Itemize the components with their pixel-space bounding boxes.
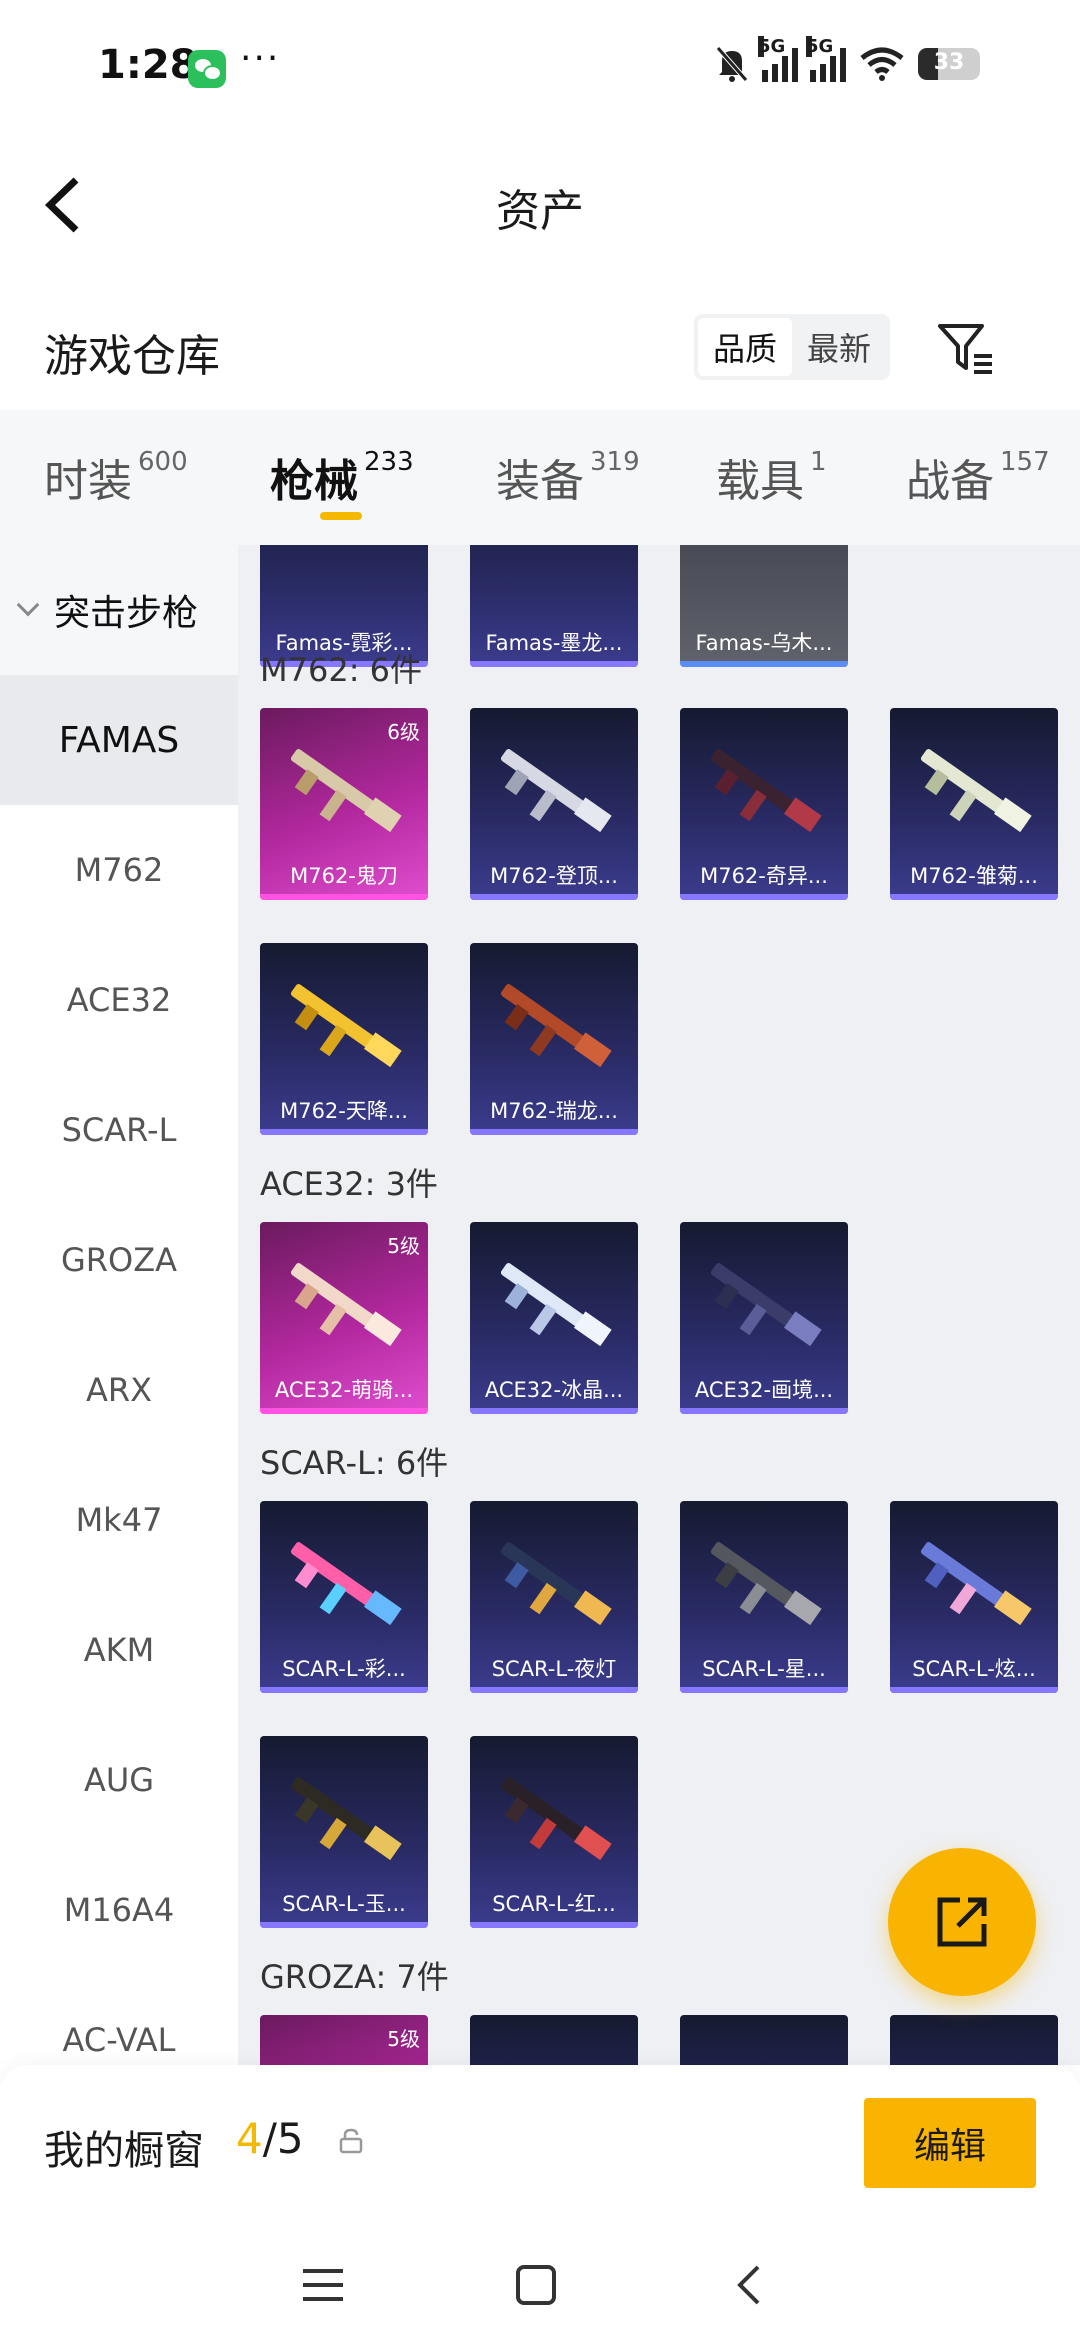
rifle-image <box>500 1542 612 1626</box>
sort-newest-button[interactable]: 最新 <box>792 318 886 376</box>
warehouse-title: 游戏仓库 <box>44 331 220 382</box>
edit-button[interactable]: 编辑 <box>864 2098 1036 2188</box>
skin-card[interactable]: M762-奇异... <box>680 708 848 900</box>
share-button[interactable] <box>888 1848 1036 1996</box>
sidebar-item-famas[interactable]: FAMAS <box>0 675 238 805</box>
rifle-image <box>710 1263 822 1347</box>
tab-supplies[interactable]: 战备 157 <box>906 445 1050 509</box>
sort-quality-button[interactable]: 品质 <box>698 318 792 376</box>
sidebar-item-mk47[interactable]: Mk47 <box>0 1455 238 1585</box>
more-notifications: ··· <box>240 38 281 79</box>
skin-card[interactable] <box>680 2015 848 2065</box>
rifle-image <box>500 984 612 1068</box>
tab-vehicles[interactable]: 载具 1 <box>716 445 827 509</box>
sidebar-item-ace32[interactable]: ACE32 <box>0 935 238 1065</box>
signal-2-icon: 5G <box>806 36 846 82</box>
active-tab-indicator <box>320 512 362 520</box>
mute-bell-icon <box>716 46 748 82</box>
skin-card[interactable]: SCAR-L-玉... <box>260 1736 428 1928</box>
section-title-groza: GROZA: 7件 <box>260 1958 449 1996</box>
skin-card[interactable]: SCAR-L-红... <box>470 1736 638 1928</box>
rifle-image <box>290 1777 402 1861</box>
rifle-image <box>290 984 402 1068</box>
signal-1-icon: 5G <box>758 36 798 82</box>
skin-card[interactable]: SCAR-L-彩... <box>260 1501 428 1693</box>
rifle-image <box>710 1542 822 1626</box>
sidebar-item-arx[interactable]: ARX <box>0 1325 238 1455</box>
skin-card[interactable] <box>470 2015 638 2065</box>
tab-firearms[interactable]: 枪械 233 <box>270 445 414 509</box>
tab-equipment[interactable]: 装备 319 <box>496 445 640 509</box>
rifle-image <box>500 749 612 833</box>
sidebar-item-scar-l[interactable]: SCAR-L <box>0 1065 238 1195</box>
sidebar-item-aug[interactable]: AUG <box>0 1715 238 1845</box>
rifle-image <box>920 1542 1032 1626</box>
rifle-image <box>710 749 822 833</box>
skin-card[interactable]: M762-雏菊... <box>890 708 1058 900</box>
sidebar-item-m16a4[interactable]: M16A4 <box>0 1845 238 1975</box>
skin-card[interactable]: SCAR-L-夜灯 <box>470 1501 638 1693</box>
skin-card[interactable]: M762-天降... <box>260 943 428 1135</box>
chevron-down-icon <box>16 593 40 617</box>
showcase-count: 4/5 <box>236 2114 304 2163</box>
page-title: 资产 <box>496 186 584 237</box>
skin-card[interactable]: Famas-墨龙... <box>470 545 638 667</box>
battery-icon: 33 <box>918 48 980 80</box>
rifle-image <box>920 749 1032 833</box>
skin-card[interactable] <box>890 2015 1058 2065</box>
skin-card[interactable]: Famas-乌木... <box>680 545 848 667</box>
share-icon <box>937 1897 987 1947</box>
sidebar-item-akm[interactable]: AKM <box>0 1585 238 1715</box>
clock: 1:28 <box>98 42 198 88</box>
section-title-ace32: ACE32: 3件 <box>260 1165 438 1203</box>
wechat-icon <box>188 50 226 88</box>
rifle-image <box>290 749 402 833</box>
skin-card[interactable]: SCAR-L-炫... <box>890 1501 1058 1693</box>
sidebar-item-m762[interactable]: M762 <box>0 805 238 935</box>
skin-card[interactable]: 5级 ACE32-萌骑... <box>260 1222 428 1414</box>
rifle-image <box>500 1777 612 1861</box>
skin-card[interactable]: M762-瑞龙... <box>470 943 638 1135</box>
skin-card[interactable]: ACE32-冰晶... <box>470 1222 638 1414</box>
rifle-image <box>290 1542 402 1626</box>
status-bar: 1:28 ··· 5G 5G 33 <box>0 0 1080 130</box>
skin-card[interactable]: SCAR-L-星... <box>680 1501 848 1693</box>
showcase-label: 我的橱窗 <box>44 2128 204 2174</box>
wifi-icon <box>860 47 904 81</box>
section-title-m762: M762: 6件 <box>260 651 423 689</box>
sidebar-category-assault-rifles[interactable]: 突击步枪 <box>0 545 238 675</box>
section-title-scar-l: SCAR-L: 6件 <box>260 1444 449 1482</box>
skin-card[interactable]: M762-登顶... <box>470 708 638 900</box>
skin-grid: Famas-霓彩... Famas-墨龙... Famas-乌木... M762… <box>238 545 1080 2065</box>
nav-back-icon[interactable] <box>720 2255 780 2315</box>
lock-icon <box>339 2128 363 2154</box>
sort-toggle: 品质 最新 <box>694 314 890 380</box>
skin-card[interactable]: 6级 M762-鬼刀 <box>260 708 428 900</box>
tab-fashion[interactable]: 时装 600 <box>44 445 188 509</box>
rifle-image <box>290 1263 402 1347</box>
menu-icon[interactable] <box>293 2255 353 2315</box>
sidebar-item-groza[interactable]: GROZA <box>0 1195 238 1325</box>
skin-card[interactable]: 5级 <box>260 2015 428 2065</box>
home-icon[interactable] <box>506 2255 566 2315</box>
filter-icon[interactable] <box>936 318 996 378</box>
rifle-image <box>500 1263 612 1347</box>
skin-card[interactable]: ACE32-画境... <box>680 1222 848 1414</box>
